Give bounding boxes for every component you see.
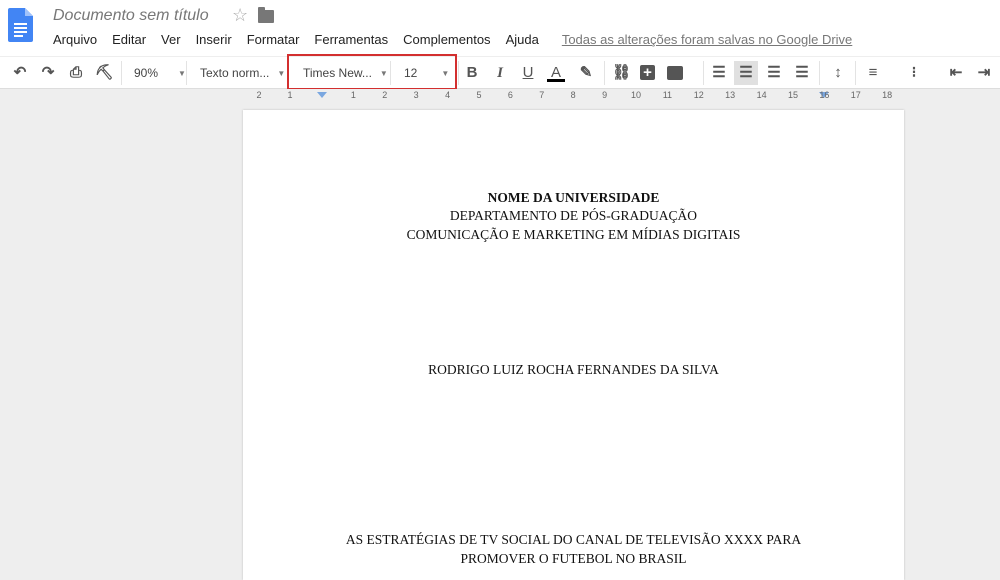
style-select[interactable]: Texto norm... ▼ xyxy=(200,57,285,89)
menu-bar: Arquivo Editar Ver Inserir Formatar Ferr… xyxy=(53,32,867,47)
university-name: NOME DA UNIVERSIDADE xyxy=(487,190,660,205)
title-bar: Documento sem título ☆ Arquivo Editar Ve… xyxy=(0,0,1000,56)
zoom-select[interactable]: 90% ▼ xyxy=(134,57,186,89)
ruler-number: 9 xyxy=(602,90,608,100)
font-highlight-box xyxy=(287,54,457,90)
author-name: RODRIGO LUIZ ROCHA FERNANDES DA SILVA xyxy=(428,362,719,377)
menu-ferramentas[interactable]: Ferramentas xyxy=(314,32,388,47)
redo-icon[interactable]: ↷ xyxy=(39,64,57,82)
ruler-number: 16 xyxy=(819,90,830,100)
ruler-number: 13 xyxy=(725,90,736,100)
menu-inserir[interactable]: Inserir xyxy=(196,32,232,47)
align-center-icon[interactable]: ☰ xyxy=(734,61,758,85)
decrease-indent-icon[interactable]: ⇤ xyxy=(947,64,965,82)
justify-icon[interactable]: ☰ xyxy=(793,64,811,82)
ruler-number: 2 xyxy=(382,90,388,100)
undo-icon[interactable]: ↶ xyxy=(11,64,29,82)
increase-indent-icon[interactable]: ⇥ xyxy=(975,64,993,82)
course: COMUNICAÇÃO E MARKETING EM MÍDIAS DIGITA… xyxy=(406,227,741,242)
ruler-number: 12 xyxy=(693,90,704,100)
menu-ajuda[interactable]: Ajuda xyxy=(506,32,539,47)
ruler-number: 3 xyxy=(413,90,419,100)
text-color-icon[interactable]: A xyxy=(547,64,565,82)
left-indent-marker[interactable] xyxy=(317,92,327,98)
zoom-value: 90% xyxy=(134,66,159,80)
ruler-number: 14 xyxy=(756,90,767,100)
document-title[interactable]: Documento sem título xyxy=(53,7,209,25)
line-spacing-icon[interactable]: ↕ xyxy=(829,64,847,82)
ruler-number: 18 xyxy=(882,90,893,100)
ruler-number: 1 xyxy=(350,90,356,100)
ruler-number: 8 xyxy=(570,90,576,100)
ruler-number: 5 xyxy=(476,90,482,100)
docs-logo-icon[interactable] xyxy=(8,8,33,42)
print-icon[interactable]: ⎙ xyxy=(67,64,85,82)
ruler-number: 7 xyxy=(539,90,545,100)
style-value: Texto norm... xyxy=(200,66,270,80)
ruler-number: 6 xyxy=(507,90,513,100)
thesis-title-line-1: AS ESTRATÉGIAS DE TV SOCIAL DO CANAL DE … xyxy=(345,532,802,547)
save-status-link[interactable]: Todas as alterações foram salvas no Goog… xyxy=(562,32,852,47)
comment-icon[interactable]: + xyxy=(640,65,655,80)
ruler-number: 1 xyxy=(287,90,293,100)
menu-formatar[interactable]: Formatar xyxy=(247,32,300,47)
chevron-down-icon: ▼ xyxy=(277,68,286,78)
image-icon[interactable] xyxy=(667,66,683,80)
menu-complementos[interactable]: Complementos xyxy=(403,32,490,47)
ruler-number: 2 xyxy=(256,90,262,100)
italic-icon[interactable]: I xyxy=(491,64,509,82)
ruler[interactable]: 2 1 1 2 3 4 5 6 7 8 9 10 11 12 13 14 15 16 17 18 xyxy=(0,89,1000,103)
ruler-number: 4 xyxy=(445,90,451,100)
link-icon[interactable]: ⛓ xyxy=(612,64,631,82)
ruler-number: 17 xyxy=(850,90,861,100)
toolbar: ↶ ↷ ⎙ ⛏ 90% ▼ Texto norm... ▼ Times New...… xyxy=(0,56,1000,89)
highlight-icon[interactable]: ✎ xyxy=(577,64,595,82)
numbered-list-icon[interactable]: ≡ xyxy=(864,64,882,82)
document-page[interactable]: NOME DA UNIVERSIDADE DEPARTAMENTO DE PÓS… xyxy=(243,110,904,580)
ruler-number: 10 xyxy=(630,90,642,100)
menu-editar[interactable]: Editar xyxy=(112,32,146,47)
folder-icon[interactable] xyxy=(258,7,274,23)
underline-icon[interactable]: U xyxy=(519,64,537,82)
align-right-icon[interactable]: ☰ xyxy=(765,64,783,82)
paint-format-icon[interactable]: ⛏ xyxy=(95,64,114,82)
ruler-number: 15 xyxy=(787,90,799,100)
ruler-number: 11 xyxy=(662,90,673,100)
menu-arquivo[interactable]: Arquivo xyxy=(53,32,97,47)
bold-icon[interactable]: B xyxy=(463,64,481,82)
align-left-icon[interactable]: ☰ xyxy=(710,64,728,82)
thesis-title-line-2: PROMOVER O FUTEBOL NO BRASIL xyxy=(460,551,687,566)
bulleted-list-icon[interactable]: ⁝ xyxy=(905,64,923,82)
menu-ver[interactable]: Ver xyxy=(161,32,181,47)
star-icon[interactable]: ☆ xyxy=(232,5,248,26)
department: DEPARTAMENTO DE PÓS-GRADUAÇÃO xyxy=(449,208,698,223)
chevron-down-icon: ▼ xyxy=(178,68,186,78)
